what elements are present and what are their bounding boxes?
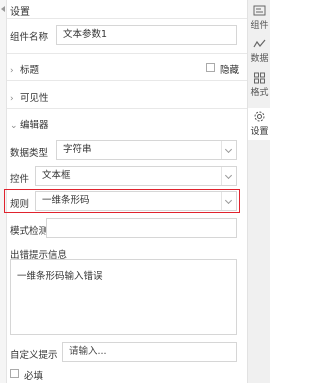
hide-title-label: 隐藏	[220, 65, 240, 76]
sidebar-item-format[interactable]: 格式	[248, 72, 271, 98]
gear-icon	[254, 111, 265, 122]
custom-hint-input[interactable]: 请输入...	[62, 342, 237, 362]
divider	[7, 108, 247, 109]
settings-panel: 设置 组件名称 文本参数1 › 标题 隐藏 › 可见性 ⌄ 编辑器 数据类型 字符串 …	[0, 0, 247, 383]
section-editor[interactable]: ⌄ 编辑器	[10, 117, 49, 131]
hide-title-checkbox[interactable]	[206, 63, 215, 72]
chevron-down-icon	[221, 192, 236, 210]
sidebar-item-settings[interactable]: 设置	[248, 108, 271, 140]
right-sidebar: 组件 数据 格式 设置	[247, 0, 271, 383]
data-type-select[interactable]: 字符串	[56, 140, 237, 160]
error-message-textarea[interactable]: 一维条形码输入错误	[10, 259, 237, 335]
control-select[interactable]: 文本框	[35, 166, 237, 186]
divider	[7, 80, 247, 81]
data-type-label: 数据类型	[10, 148, 49, 159]
sidebar-item-label: 格式	[250, 88, 269, 98]
required-checkbox[interactable]	[10, 369, 19, 378]
sidebar-item-label: 组件	[250, 21, 269, 31]
panel-title: 设置	[10, 7, 30, 18]
section-visibility-label: 可见性	[20, 93, 49, 104]
rule-select[interactable]: 一维条形码	[35, 191, 237, 211]
chevron-right-icon: ›	[10, 94, 14, 104]
rule-value: 一维条形码	[42, 195, 90, 206]
collapse-handle[interactable]	[0, 0, 7, 383]
pattern-check-label: 模式检测	[10, 226, 49, 237]
control-label: 控件	[10, 174, 30, 185]
component-icon	[253, 5, 266, 16]
divider	[7, 53, 247, 54]
custom-hint-label: 自定义提示	[10, 350, 58, 361]
sidebar-item-label: 数据	[250, 54, 269, 64]
chevron-down-icon: ⌄	[10, 121, 18, 131]
divider	[7, 18, 247, 19]
sidebar-item-component[interactable]: 组件	[248, 5, 271, 31]
sidebar-item-data[interactable]: 数据	[248, 38, 271, 64]
pattern-check-input[interactable]	[46, 218, 237, 238]
chevron-right-icon: ›	[10, 66, 14, 76]
format-grid-icon	[254, 72, 265, 84]
section-title-label: 标题	[20, 65, 40, 76]
collapse-arrow-icon	[1, 6, 5, 12]
data-line-icon	[253, 39, 266, 48]
component-name-input[interactable]: 文本参数1	[56, 25, 237, 45]
section-visibility[interactable]: › 可见性	[10, 90, 49, 104]
chevron-down-icon	[221, 141, 236, 159]
component-name-label: 组件名称	[10, 32, 49, 43]
control-value: 文本框	[42, 170, 71, 181]
data-type-value: 字符串	[63, 144, 92, 155]
sidebar-item-label: 设置	[250, 127, 269, 137]
chevron-down-icon	[221, 167, 236, 185]
section-editor-label: 编辑器	[20, 120, 49, 131]
required-label: 必填	[24, 371, 44, 382]
section-title[interactable]: › 标题	[10, 62, 39, 76]
rule-label: 规则	[10, 199, 30, 210]
